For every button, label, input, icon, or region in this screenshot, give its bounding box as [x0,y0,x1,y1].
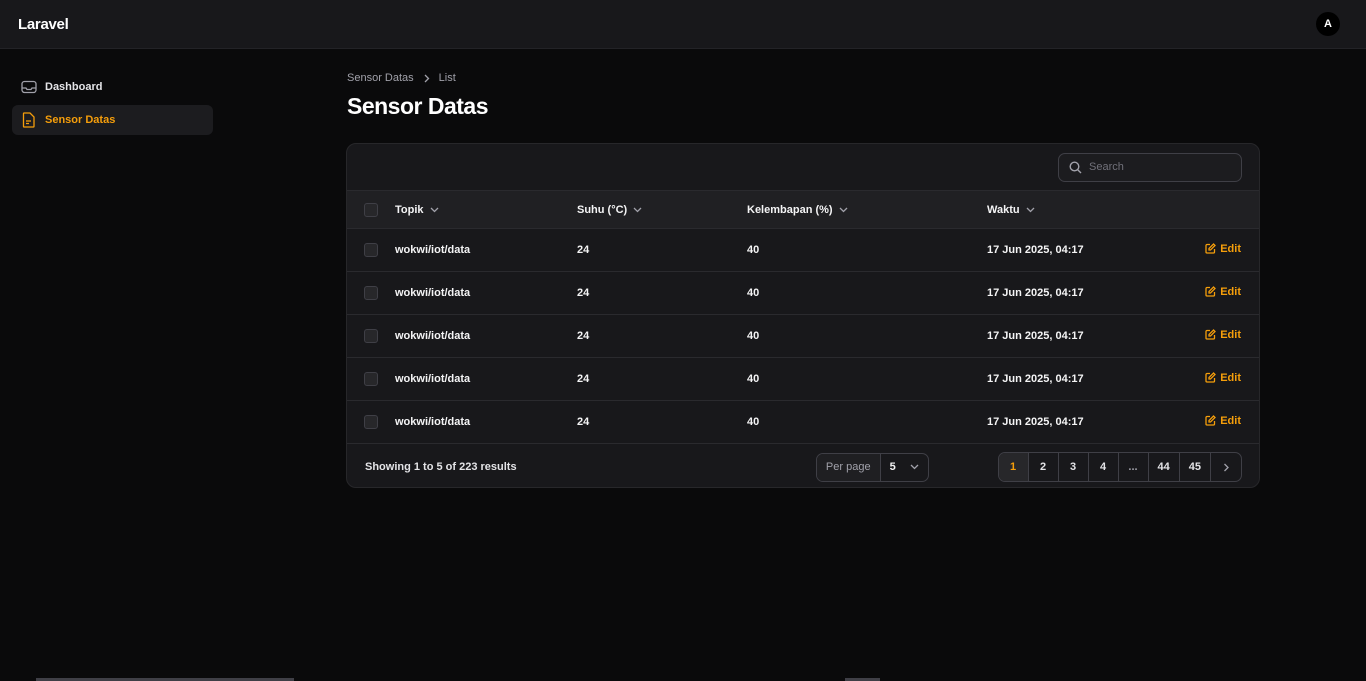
row-checkbox[interactable] [364,286,378,300]
chevron-right-icon [423,74,430,83]
table-row[interactable]: wokwi/iot/data 24 40 17 Jun 2025, 04:17 … [347,315,1259,358]
table-header-row: Topik Suhu (°C) Kelembapan (%) Waktu [347,190,1259,229]
chevron-down-icon [910,464,919,470]
table-footer: Showing 1 to 5 of 223 results Per page 5… [347,444,1259,487]
cell-suhu: 24 [577,287,590,299]
row-checkbox[interactable] [364,243,378,257]
pagination: 1 2 3 4 ... 44 45 [997,452,1242,482]
cell-suhu: 24 [577,373,590,385]
page-title: Sensor Datas [347,93,489,119]
page-button-44[interactable]: 44 [1149,453,1180,481]
edit-button[interactable]: Edit [1205,329,1241,341]
cell-suhu: 24 [577,330,590,342]
brand-logo[interactable]: Laravel [18,16,69,33]
edit-label: Edit [1220,242,1241,255]
chevron-down-icon [430,207,439,213]
sidebar: Dashboard Sensor Datas [12,72,213,138]
top-navbar: Laravel A [0,0,1366,49]
column-header-suhu[interactable]: Suhu (°C) [577,204,642,216]
row-checkbox[interactable] [364,372,378,386]
sidebar-item-dashboard[interactable]: Dashboard [12,72,213,102]
data-table: Topik Suhu (°C) Kelembapan (%) Waktu wok… [347,190,1259,444]
page-button-2[interactable]: 2 [1029,453,1059,481]
breadcrumb-current: List [438,72,456,84]
row-checkbox[interactable] [364,329,378,343]
cell-waktu: 17 Jun 2025, 04:17 [987,287,1084,299]
sidebar-item-sensor-datas[interactable]: Sensor Datas [12,105,213,135]
edit-icon [1205,415,1217,426]
table-row[interactable]: wokwi/iot/data 24 40 17 Jun 2025, 04:17 … [347,358,1259,401]
cell-kelembapan: 40 [747,330,760,342]
results-summary: Showing 1 to 5 of 223 results [365,461,517,473]
cell-waktu: 17 Jun 2025, 04:17 [987,330,1084,342]
column-label: Suhu (°C) [577,203,628,216]
per-page-label: Per page [816,453,881,481]
table-row[interactable]: wokwi/iot/data 24 40 17 Jun 2025, 04:17 … [347,229,1259,272]
edit-icon [1205,286,1217,297]
edit-button[interactable]: Edit [1205,415,1241,427]
edit-icon [1205,329,1217,340]
edit-label: Edit [1220,285,1241,298]
per-page-select[interactable]: Per page 5 [815,452,929,482]
cell-suhu: 24 [577,244,590,256]
select-all-checkbox[interactable] [364,202,378,217]
user-avatar[interactable]: A [1316,12,1340,36]
search-box [1058,152,1242,182]
column-label: Topik [395,203,424,216]
cell-topik: wokwi/iot/data [395,330,471,342]
edit-button[interactable]: Edit [1205,243,1241,255]
cell-kelembapan: 40 [747,416,760,428]
column-label: Waktu [987,203,1020,216]
row-checkbox[interactable] [364,415,378,429]
cell-kelembapan: 40 [747,244,760,256]
edit-icon [1205,372,1217,383]
table-row[interactable]: wokwi/iot/data 24 40 17 Jun 2025, 04:17 … [347,272,1259,315]
cell-waktu: 17 Jun 2025, 04:17 [987,373,1084,385]
page-ellipsis: ... [1119,453,1149,481]
per-page-value-wrap[interactable]: 5 [881,461,928,473]
cell-topik: wokwi/iot/data [395,373,471,385]
sidebar-item-label: Sensor Datas [45,114,116,126]
cell-waktu: 17 Jun 2025, 04:17 [987,416,1084,428]
cell-kelembapan: 40 [747,373,760,385]
cell-topik: wokwi/iot/data [395,287,471,299]
cell-topik: wokwi/iot/data [395,416,471,428]
table-toolbar [347,144,1259,190]
inbox-icon [20,79,37,96]
column-header-topik[interactable]: Topik [395,204,439,216]
chevron-down-icon [633,207,642,213]
page-button-1[interactable]: 1 [998,453,1029,481]
table-card: Topik Suhu (°C) Kelembapan (%) [346,143,1260,488]
edit-icon [1205,243,1217,254]
sidebar-item-label: Dashboard [45,81,103,93]
column-header-kelembapan[interactable]: Kelembapan (%) [747,204,848,216]
cell-kelembapan: 40 [747,287,760,299]
edit-label: Edit [1220,414,1241,427]
cell-waktu: 17 Jun 2025, 04:17 [987,244,1084,256]
breadcrumb: Sensor Datas List [347,72,456,84]
next-page-button[interactable] [1211,453,1241,481]
breadcrumb-root[interactable]: Sensor Datas [347,72,414,84]
column-label: Kelembapan (%) [747,203,833,216]
cell-topik: wokwi/iot/data [395,244,471,256]
chevron-down-icon [1026,207,1035,213]
per-page-value: 5 [889,461,896,473]
document-icon [20,112,37,129]
edit-button[interactable]: Edit [1205,372,1241,384]
chevron-down-icon [839,207,848,213]
page-button-4[interactable]: 4 [1089,453,1119,481]
search-icon [1069,160,1082,174]
table-row[interactable]: wokwi/iot/data 24 40 17 Jun 2025, 04:17 … [347,401,1259,444]
column-header-waktu[interactable]: Waktu [987,204,1035,216]
edit-label: Edit [1220,328,1241,341]
edit-label: Edit [1220,371,1241,384]
page-button-3[interactable]: 3 [1059,453,1089,481]
page-button-45[interactable]: 45 [1180,453,1211,481]
search-input[interactable] [1089,161,1229,173]
chevron-right-icon [1223,463,1229,472]
edit-button[interactable]: Edit [1205,286,1241,298]
cell-suhu: 24 [577,416,590,428]
